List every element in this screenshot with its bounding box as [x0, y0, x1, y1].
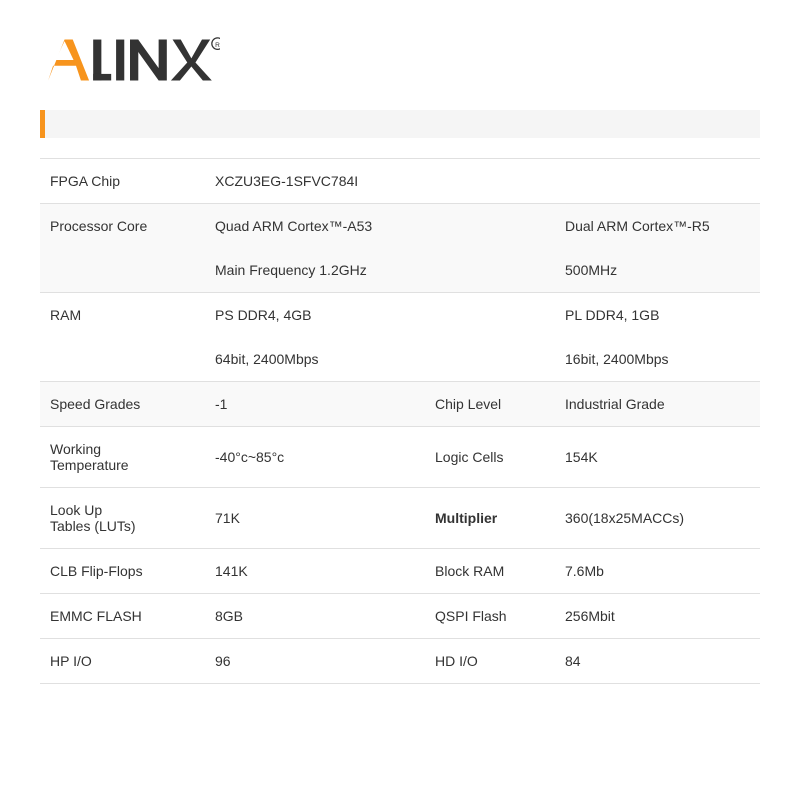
table-row: Processor CoreQuad ARM Cortex™-A53 Dual A…	[40, 204, 760, 249]
row-label2	[425, 204, 555, 249]
row-label2: HD I/O	[425, 639, 555, 684]
row-label2: Block RAM	[425, 549, 555, 594]
row-val2: PL DDR4, 1GB	[555, 293, 760, 338]
row-val1: PS DDR4, 4GB	[205, 293, 425, 338]
row-label: FPGA Chip	[40, 159, 205, 204]
row-val1: 8GB	[205, 594, 425, 639]
table-row: 64bit, 2400Mbps 16bit, 2400Mbps	[40, 337, 760, 382]
table-row: CLB Flip-Flops141KBlock RAM7.6Mb	[40, 549, 760, 594]
row-val2: 256Mbit	[555, 594, 760, 639]
alinx-logo: R	[40, 30, 220, 90]
section-header	[40, 110, 760, 138]
table-row: Main Frequency 1.2GHz 500MHz	[40, 248, 760, 293]
table-row: Speed Grades-1Chip LevelIndustrial Grade	[40, 382, 760, 427]
row-val1: 71K	[205, 488, 425, 549]
row-label2	[425, 337, 555, 382]
row-label: RAM	[40, 293, 205, 338]
row-label2	[425, 159, 555, 204]
row-val1: 64bit, 2400Mbps	[205, 337, 425, 382]
row-val1: -1	[205, 382, 425, 427]
row-label: Working Temperature	[40, 427, 205, 488]
row-label: HP I/O	[40, 639, 205, 684]
row-label: Processor Core	[40, 204, 205, 249]
table-row: Working Temperature-40°c~85°cLogic Cells…	[40, 427, 760, 488]
row-label	[40, 337, 205, 382]
row-val2: 154K	[555, 427, 760, 488]
table-row: EMMC FLASH8GBQSPI Flash256Mbit	[40, 594, 760, 639]
row-val2: 360(18x25MACCs)	[555, 488, 760, 549]
row-label: CLB Flip-Flops	[40, 549, 205, 594]
row-val1: XCZU3EG-1SFVC784I	[205, 159, 425, 204]
table-row: FPGA ChipXCZU3EG-1SFVC784I	[40, 159, 760, 204]
row-val2: 84	[555, 639, 760, 684]
row-label	[40, 248, 205, 293]
row-label: Speed Grades	[40, 382, 205, 427]
row-val1: 141K	[205, 549, 425, 594]
page: R FPGA ChipXCZU3EG-1SFVC784IProcessor Co…	[0, 0, 800, 800]
table-row: RAMPS DDR4, 4GB PL DDR4, 1GB	[40, 293, 760, 338]
row-label2: Multiplier	[425, 488, 555, 549]
logo-area: R	[40, 30, 760, 90]
row-label2: Chip Level	[425, 382, 555, 427]
row-label2	[425, 293, 555, 338]
row-val1: Quad ARM Cortex™-A53	[205, 204, 425, 249]
table-row: Look Up Tables (LUTs)71KMultiplier360(18…	[40, 488, 760, 549]
table-row: HP I/O96HD I/O84	[40, 639, 760, 684]
row-label: Look Up Tables (LUTs)	[40, 488, 205, 549]
row-label2: QSPI Flash	[425, 594, 555, 639]
row-val2: 16bit, 2400Mbps	[555, 337, 760, 382]
row-val1: 96	[205, 639, 425, 684]
svg-text:R: R	[215, 42, 220, 49]
row-val1: -40°c~85°c	[205, 427, 425, 488]
row-val2: Industrial Grade	[555, 382, 760, 427]
row-label: EMMC FLASH	[40, 594, 205, 639]
row-val2: 500MHz	[555, 248, 760, 293]
params-table: FPGA ChipXCZU3EG-1SFVC784IProcessor Core…	[40, 158, 760, 684]
row-val1: Main Frequency 1.2GHz	[205, 248, 425, 293]
row-label2: Logic Cells	[425, 427, 555, 488]
row-val2: Dual ARM Cortex™-R5	[555, 204, 760, 249]
row-val2: 7.6Mb	[555, 549, 760, 594]
row-label2	[425, 248, 555, 293]
section-title	[45, 110, 85, 138]
row-val2	[555, 159, 760, 204]
